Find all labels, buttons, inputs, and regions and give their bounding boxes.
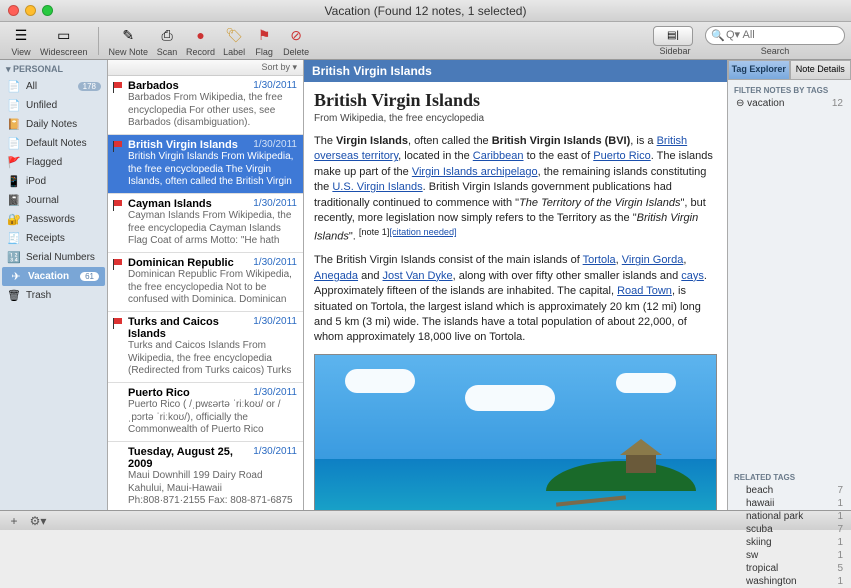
link-puerto-rico[interactable]: Puerto Rico: [593, 150, 650, 162]
note-item[interactable]: Puerto Rico1/30/2011Puerto Rico ( /ˌpwɛə…: [108, 383, 303, 442]
folder-icon: 🗑: [6, 289, 22, 303]
flag-icon: [113, 82, 123, 93]
new-note-button[interactable]: ✎New Note: [109, 24, 149, 57]
view-button[interactable]: ☰View: [10, 24, 32, 57]
link-tortola[interactable]: Tortola: [583, 254, 616, 266]
paragraph-2: The British Virgin Islands consist of th…: [314, 253, 717, 345]
sidebar-toggle-button[interactable]: ▤|: [653, 26, 693, 46]
folder-icon: 📓: [6, 194, 22, 208]
folder-icon: 📄: [6, 80, 22, 94]
related-tag-national-park[interactable]: national park1: [728, 510, 851, 523]
flag-button[interactable]: ⚑Flag: [253, 24, 275, 57]
content-pane: British Virgin Islands British Virgin Is…: [304, 60, 727, 510]
sidebar-item-receipts[interactable]: 🧾Receipts: [0, 229, 107, 248]
content-header: British Virgin Islands: [304, 60, 727, 82]
flag-icon: [113, 259, 123, 270]
content-body[interactable]: British Virgin Islands From Wikipedia, t…: [304, 82, 727, 510]
link-usvi[interactable]: U.S. Virgin Islands: [332, 181, 422, 193]
window-title: Vacation (Found 12 notes, 1 selected): [0, 4, 851, 18]
add-button[interactable]: +: [6, 514, 22, 528]
scan-button[interactable]: ⎙Scan: [156, 24, 178, 57]
sidebar-header-personal[interactable]: ▾ PERSONAL: [0, 60, 107, 77]
note-item[interactable]: Cayman Islands1/30/2011Cayman Islands Fr…: [108, 194, 303, 253]
sidebar-item-vacation[interactable]: ✈Vacation61: [2, 267, 105, 286]
related-tag-hawaii[interactable]: hawaii1: [728, 497, 851, 510]
link-anegada[interactable]: Anegada: [314, 270, 358, 282]
sidebar-item-unfiled[interactable]: 📄Unfiled: [0, 96, 107, 115]
folder-icon: 📔: [6, 118, 22, 132]
citation-needed[interactable]: [citation needed]: [389, 227, 456, 237]
note-list-scroll[interactable]: Barbados1/30/2011Barbados From Wikipedia…: [108, 76, 303, 510]
page-title: British Virgin Islands: [314, 90, 717, 111]
toolbar: ☰View ▭Widescreen ✎New Note ⎙Scan ●Recor…: [0, 22, 851, 60]
note-item[interactable]: British Virgin Islands1/30/2011British V…: [108, 135, 303, 194]
folder-icon: 🔢: [6, 251, 22, 265]
note-item[interactable]: Barbados1/30/2011Barbados From Wikipedia…: [108, 76, 303, 135]
link-cays[interactable]: cays: [681, 270, 704, 282]
tab-tag-explorer[interactable]: Tag Explorer: [728, 60, 790, 80]
flag-icon: [113, 200, 123, 211]
link-jost-van-dyke[interactable]: Jost Van Dyke: [383, 270, 453, 282]
delete-button[interactable]: ⊘Delete: [283, 24, 309, 57]
link-vi-archipelago[interactable]: Virgin Islands archipelago: [412, 166, 538, 178]
sidebar-item-trash[interactable]: 🗑Trash: [0, 286, 107, 305]
source-sidebar: ▾ PERSONAL 📄All178📄Unfiled📔Daily Notes📄D…: [0, 60, 108, 510]
folder-icon: 📄: [6, 137, 22, 151]
folder-icon: 📱: [6, 175, 22, 189]
note-item[interactable]: Tuesday, August 25, 20091/30/2011Maui Do…: [108, 442, 303, 510]
filter-tag-vacation[interactable]: ⊖ vacation12: [728, 97, 851, 467]
footer-bar: + ⚙▾: [0, 510, 851, 530]
record-button[interactable]: ●Record: [186, 24, 215, 57]
paragraph-1: The Virgin Islands, often called the Bri…: [314, 134, 717, 245]
sidebar-item-serial-numbers[interactable]: 🔢Serial Numbers: [0, 248, 107, 267]
widescreen-button[interactable]: ▭Widescreen: [40, 24, 88, 57]
related-tag-washington[interactable]: washington1: [728, 575, 851, 588]
sidebar-item-daily-notes[interactable]: 📔Daily Notes: [0, 115, 107, 134]
link-caribbean[interactable]: Caribbean: [473, 150, 524, 162]
related-tag-sw[interactable]: sw1: [728, 549, 851, 562]
flag-icon: [113, 318, 123, 329]
related-tags-header: RELATED TAGS: [728, 467, 851, 484]
link-virgin-gorda[interactable]: Virgin Gorda: [622, 254, 684, 266]
flag-icon: [113, 141, 123, 152]
sort-by-menu[interactable]: Sort by ▾: [108, 60, 303, 76]
gear-menu[interactable]: ⚙▾: [30, 514, 46, 528]
note-list: Sort by ▾ Barbados1/30/2011Barbados From…: [108, 60, 304, 510]
sidebar-item-passwords[interactable]: 🔐Passwords: [0, 210, 107, 229]
filter-header: FILTER NOTES BY TAGS: [728, 80, 851, 97]
note-item[interactable]: Turks and Caicos Islands1/30/2011Turks a…: [108, 312, 303, 383]
sidebar-item-journal[interactable]: 📓Journal: [0, 191, 107, 210]
sidebar-item-ipod[interactable]: 📱iPod: [0, 172, 107, 191]
folder-icon: 🔐: [6, 213, 22, 227]
folder-icon: 🧾: [6, 232, 22, 246]
search-input[interactable]: [705, 26, 845, 45]
sidebar-item-flagged[interactable]: 🚩Flagged: [0, 153, 107, 172]
sidebar-item-all[interactable]: 📄All178: [0, 77, 107, 96]
folder-icon: ✈: [8, 270, 24, 284]
page-subtitle: From Wikipedia, the free encyclopedia: [314, 113, 717, 124]
link-road-town[interactable]: Road Town: [617, 285, 672, 297]
related-tag-beach[interactable]: beach7: [728, 484, 851, 497]
tab-note-details[interactable]: Note Details: [790, 60, 851, 80]
note-item[interactable]: Dominican Republic1/30/2011Dominican Rep…: [108, 253, 303, 312]
sidebar-item-default-notes[interactable]: 📄Default Notes: [0, 134, 107, 153]
search-icon: 🔍: [711, 29, 725, 42]
right-panel: Tag Explorer Note Details FILTER NOTES B…: [727, 60, 851, 510]
related-tag-tropical[interactable]: tropical5: [728, 562, 851, 575]
folder-icon: 📄: [6, 99, 22, 113]
folder-icon: 🚩: [6, 156, 22, 170]
titlebar: Vacation (Found 12 notes, 1 selected): [0, 0, 851, 22]
related-tag-skiing[interactable]: skiing1: [728, 536, 851, 549]
label-button[interactable]: 🏷Label: [223, 24, 245, 57]
hero-image: [314, 354, 717, 510]
